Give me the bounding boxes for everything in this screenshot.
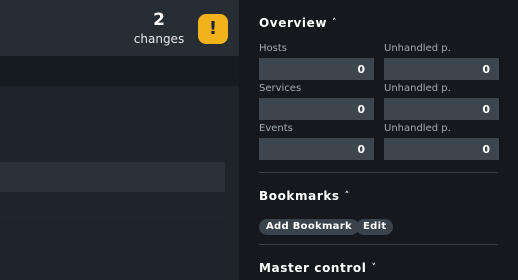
bookmarks-header[interactable]: Bookmarks ˄ xyxy=(259,189,350,203)
header-band xyxy=(0,56,239,86)
table-row[interactable] xyxy=(0,162,225,192)
table-row[interactable] xyxy=(0,134,225,162)
divider xyxy=(259,172,498,173)
master-control-title: Master control xyxy=(259,261,367,275)
add-bookmark-button[interactable]: Add Bookmark xyxy=(259,219,359,235)
table-row[interactable] xyxy=(0,192,225,220)
changes-label: changes xyxy=(133,32,185,46)
chevron-up-icon: ˄ xyxy=(344,191,350,201)
events-label: Events xyxy=(259,123,293,134)
services-label: Services xyxy=(259,83,302,94)
hosts-count[interactable]: 0 xyxy=(259,58,374,80)
services-unhandled-label: Unhandled p. xyxy=(384,83,451,94)
pending-changes[interactable]: 2 changes xyxy=(129,10,189,47)
warning-icon[interactable]: ! xyxy=(198,14,228,44)
overview-title: Overview xyxy=(259,16,328,30)
chevron-down-icon: ˅ xyxy=(371,263,377,273)
hosts-unhandled-count[interactable]: 0 xyxy=(384,58,499,80)
main-content: 2 changes ! xyxy=(0,0,239,280)
hosts-label: Hosts xyxy=(259,43,287,54)
sidebar: Overview ˄ Hosts Unhandled p. 0 0 Servic… xyxy=(239,0,518,280)
bookmarks-title: Bookmarks xyxy=(259,189,340,203)
overview-header[interactable]: Overview ˄ xyxy=(259,16,337,30)
divider xyxy=(259,244,498,245)
events-unhandled-label: Unhandled p. xyxy=(384,123,451,134)
changes-count: 2 xyxy=(153,10,165,30)
master-control-header[interactable]: Master control ˅ xyxy=(259,261,377,275)
services-count[interactable]: 0 xyxy=(259,98,374,120)
hosts-unhandled-label: Unhandled p. xyxy=(384,43,451,54)
edit-bookmarks-button[interactable]: Edit xyxy=(356,219,394,235)
services-unhandled-count[interactable]: 0 xyxy=(384,98,499,120)
events-unhandled-count[interactable]: 0 xyxy=(384,138,499,160)
chevron-up-icon: ˄ xyxy=(332,18,338,28)
events-count[interactable]: 0 xyxy=(259,138,374,160)
